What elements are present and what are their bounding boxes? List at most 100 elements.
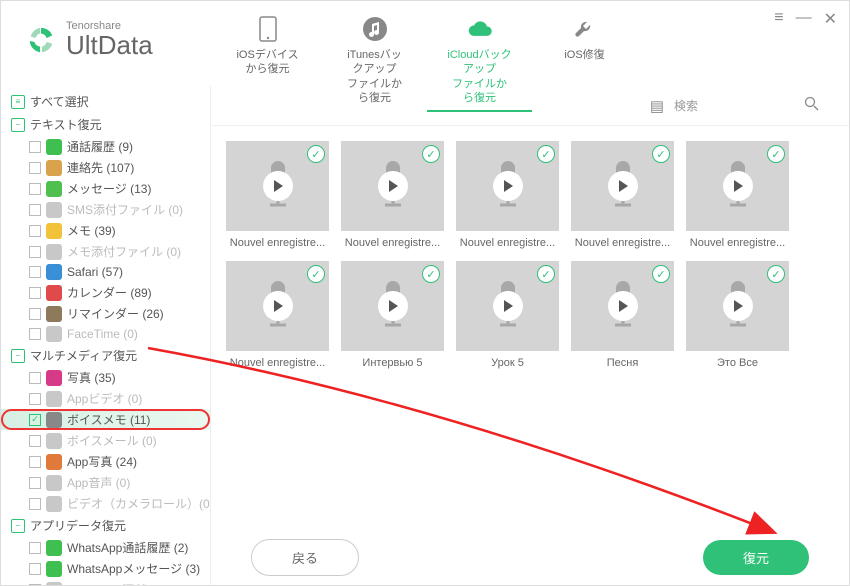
group-header[interactable]: −アプリデータ復元 [1,514,210,537]
checkbox[interactable] [29,456,41,468]
check-icon[interactable]: ✓ [537,145,555,163]
play-icon[interactable] [723,171,753,201]
check-icon[interactable]: ✓ [307,265,325,283]
app-icon [46,264,62,280]
checkbox[interactable] [29,246,41,258]
voice-memo-item[interactable]: ✓ Это Все [686,261,789,369]
sidebar-item[interactable]: Appビデオ (0) [1,388,210,409]
search-input[interactable]: 検索 [674,97,794,114]
memo-label: Nouvel enregistre... [686,237,789,249]
play-icon[interactable] [493,291,523,321]
checkbox[interactable] [29,183,41,195]
tab-ios-repair[interactable]: iOS修復 [532,11,637,112]
checkbox[interactable] [29,162,41,174]
app-icon [46,582,62,586]
checkbox[interactable] [29,204,41,216]
group-header[interactable]: −マルチメディア復元 [1,344,210,367]
sidebar-item[interactable]: 通話履歴 (9) [1,136,210,157]
check-icon[interactable]: ✓ [422,265,440,283]
sidebar-item[interactable]: App音声 (0) [1,472,210,493]
checkbox[interactable] [29,563,41,575]
checkbox[interactable] [29,393,41,405]
settings-icon[interactable]: ▤ [650,97,664,115]
check-icon[interactable]: ✓ [652,145,670,163]
voice-memo-item[interactable]: ✓ Nouvel enregistre... [226,141,329,249]
checkbox[interactable] [29,308,41,320]
voice-memo-item[interactable]: ✓ Nouvel enregistre... [686,141,789,249]
tab-icloud[interactable]: iCloudバックアップ ファイルから復元 [427,11,532,112]
play-icon[interactable] [608,291,638,321]
sidebar-item[interactable]: FaceTime (0) [1,324,210,344]
voice-memo-item[interactable]: ✓ Nouvel enregistre... [456,141,559,249]
app-icon [46,306,62,322]
menu-icon[interactable]: ≡ [774,9,783,29]
sidebar-item[interactable]: リマインダー (26) [1,303,210,324]
play-icon[interactable] [378,171,408,201]
check-icon[interactable]: ✓ [537,265,555,283]
memo-label: Песня [571,357,674,369]
app-icon [46,370,62,386]
sidebar-item[interactable]: メモ (39) [1,220,210,241]
checkbox[interactable] [29,287,41,299]
restore-button[interactable]: 復元 [703,540,809,575]
minimize-icon[interactable]: — [796,9,812,29]
check-icon[interactable]: ✓ [652,265,670,283]
back-button[interactable]: 戻る [251,539,359,576]
sidebar-item[interactable]: メモ添付ファイル (0) [1,241,210,262]
voice-memo-item[interactable]: ✓ Песня [571,261,674,369]
play-icon[interactable] [723,291,753,321]
sidebar-item[interactable]: WhatsApp通話履歴 (2) [1,537,210,558]
sidebar-item-label: 連絡先 (107) [67,159,134,176]
sidebar-item[interactable]: メッセージ (13) [1,178,210,199]
sidebar-item-label: メッセージ (13) [67,180,151,197]
checkbox[interactable] [29,584,41,586]
sidebar-item[interactable]: Safari (57) [1,262,210,282]
play-icon[interactable] [608,171,638,201]
tab-ios-device[interactable]: iOSデバイスから復元 [213,11,322,112]
sidebar-item[interactable]: WhatsAppメッセージ (3) [1,558,210,579]
play-icon[interactable] [493,171,523,201]
check-icon[interactable]: ✓ [767,265,785,283]
checkbox[interactable] [29,372,41,384]
check-icon[interactable]: ✓ [422,145,440,163]
play-icon[interactable] [263,171,293,201]
sidebar-item-label: SMS添付ファイル (0) [67,201,183,218]
sidebar-item[interactable]: ボイスメール (0) [1,430,210,451]
sidebar-item[interactable]: ✓ ボイスメモ (11) [1,409,210,430]
sidebar-item[interactable]: カレンダー (89) [1,282,210,303]
sidebar-item-label: WhatsApp添付ファイル (0) [67,581,211,585]
checkbox[interactable] [29,141,41,153]
voice-memo-item[interactable]: ✓ Nouvel enregistre... [571,141,674,249]
sidebar-item-label: App写真 (24) [67,453,137,470]
checkbox[interactable] [29,328,41,340]
sidebar-item[interactable]: 写真 (35) [1,367,210,388]
checkbox[interactable] [29,477,41,489]
sidebar-item[interactable]: App写真 (24) [1,451,210,472]
group-header[interactable]: −テキスト復元 [1,113,210,136]
sidebar-item[interactable]: WhatsApp添付ファイル (0) [1,579,210,585]
tab-itunes[interactable]: iTunesバックアップ ファイルから復元 [322,11,427,112]
play-icon[interactable] [263,291,293,321]
voice-memo-item[interactable]: ✓ Nouvel enregistre... [226,261,329,369]
sidebar-item-label: ボイスメール (0) [67,432,157,449]
app-icon [46,160,62,176]
sidebar-item-label: ビデオ（カメラロール）(0) [67,495,211,512]
checkbox[interactable] [29,225,41,237]
close-icon[interactable]: ✕ [824,9,837,29]
checkbox[interactable] [29,266,41,278]
select-all-row[interactable]: ≡すべて選択 [1,90,210,113]
checkbox[interactable] [29,498,41,510]
checkbox[interactable] [29,542,41,554]
sidebar-item[interactable]: SMS添付ファイル (0) [1,199,210,220]
search-icon[interactable] [804,96,819,115]
checkbox[interactable]: ✓ [29,414,41,426]
voice-memo-item[interactable]: ✓ Интервью 5 [341,261,444,369]
checkbox[interactable] [29,435,41,447]
voice-memo-item[interactable]: ✓ Урок 5 [456,261,559,369]
sidebar-item[interactable]: ビデオ（カメラロール）(0) [1,493,210,514]
check-icon[interactable]: ✓ [307,145,325,163]
sidebar-item[interactable]: 連絡先 (107) [1,157,210,178]
voice-memo-item[interactable]: ✓ Nouvel enregistre... [341,141,444,249]
check-icon[interactable]: ✓ [767,145,785,163]
play-icon[interactable] [378,291,408,321]
